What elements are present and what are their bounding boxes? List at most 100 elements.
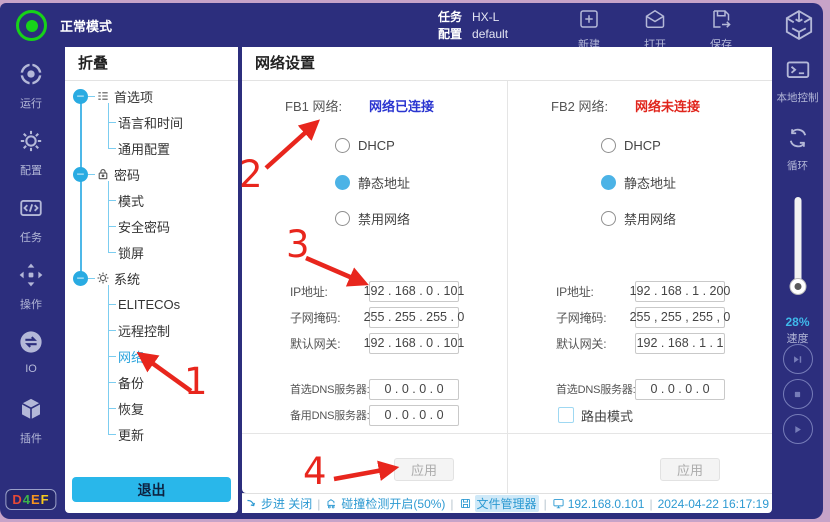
fb1-radio-dhcp[interactable]: DHCP bbox=[335, 135, 395, 155]
statusbar-step-text: 步进 关闭 bbox=[261, 495, 312, 512]
fb1-radio-disable[interactable]: 禁用网络 bbox=[335, 208, 410, 228]
statusbar-file-manager-text: 文件管理器 bbox=[475, 495, 539, 512]
tree-node-system[interactable]: –系统 bbox=[65, 265, 238, 291]
sidebar-item-label: 配置 bbox=[20, 162, 42, 178]
mode-label: 正常模式 bbox=[60, 16, 112, 35]
sidebar-item-config[interactable]: 配置 bbox=[0, 128, 62, 174]
radio-label: DHCP bbox=[358, 138, 395, 153]
statusbar-ip[interactable]: 192.168.0.101 bbox=[552, 497, 645, 511]
tree-item-network[interactable]: 网络 bbox=[108, 343, 238, 369]
fb1-field-ip: IP地址:192 . 168 . 0 . 101 bbox=[290, 280, 459, 302]
sidebar-item-run[interactable]: 运行 bbox=[0, 61, 62, 107]
app-window: 正常模式 任务 HX-L 配置 default 新建打开保存 运行配置任务操作I… bbox=[0, 3, 823, 519]
toolbar-new-button[interactable]: 新建 bbox=[563, 7, 615, 52]
tree-item-general-config[interactable]: 通用配置 bbox=[108, 135, 238, 161]
fb1-radio-static[interactable]: 静态地址 bbox=[335, 172, 410, 192]
tree-node-preferences[interactable]: –首选项 bbox=[65, 83, 238, 109]
tree-item-backup[interactable]: 备份 bbox=[108, 369, 238, 395]
toolbar-save-button[interactable]: 保存 bbox=[695, 7, 747, 52]
fb2-gateway-input[interactable]: 192 . 168 . 1 . 1 bbox=[635, 333, 725, 354]
statusbar-ip-text: 192.168.0.101 bbox=[568, 497, 645, 511]
collapse-toggle-icon[interactable]: – bbox=[73, 271, 88, 286]
fb2-dns1-input[interactable]: 0 . 0 . 0 . 0 bbox=[635, 379, 725, 400]
local-control-button[interactable]: 本地控制 bbox=[772, 57, 823, 105]
badge-char: D bbox=[12, 492, 22, 507]
tree-panel-header[interactable]: 折叠 bbox=[65, 47, 238, 81]
tree-trunk-line bbox=[80, 96, 82, 278]
tree-connector bbox=[88, 278, 95, 279]
statusbar-datetime[interactable]: 2024-04-22 16:17:19 bbox=[658, 497, 769, 511]
fb2-mask-input[interactable]: 255 , 255 , 255 , 0 bbox=[635, 307, 725, 328]
tree-item-safety-password[interactable]: 安全密码 bbox=[108, 213, 238, 239]
fb2-radio-dhcp[interactable]: DHCP bbox=[601, 135, 661, 155]
fb2-apply-button[interactable]: 应用 bbox=[660, 458, 720, 481]
main-column: 网络设置 FB1 网络:网络已连接DHCP静态地址禁用网络IP地址:192 . … bbox=[242, 47, 772, 513]
fb1-apply-button[interactable]: 应用 bbox=[394, 458, 454, 481]
field-label: IP地址: bbox=[290, 283, 369, 300]
tree-item-update[interactable]: 更新 bbox=[108, 421, 238, 447]
lock-icon bbox=[96, 167, 110, 181]
fb1-mask-input[interactable]: 255 . 255 . 255 . 0 bbox=[369, 307, 459, 328]
tree-item-lock-screen[interactable]: 锁屏 bbox=[108, 239, 238, 265]
fb1-dns1-input[interactable]: 0 . 0 . 0 . 0 bbox=[369, 379, 459, 400]
status-code-badge: D4EF bbox=[5, 489, 56, 510]
radio-label: 静态地址 bbox=[358, 173, 410, 192]
radio-dot-icon bbox=[601, 211, 616, 226]
sidebar-item-io[interactable]: IO bbox=[0, 329, 62, 375]
fb2-ip-input[interactable]: 192 . 168 . 1 . 200 bbox=[635, 281, 725, 302]
loop-button[interactable]: 循环 bbox=[772, 125, 823, 173]
badge-char: 4 bbox=[23, 492, 31, 507]
exit-button[interactable]: 退出 bbox=[72, 477, 231, 502]
fb2-radio-disable[interactable]: 禁用网络 bbox=[601, 208, 676, 228]
statusbar-step[interactable]: 步进 关闭 bbox=[245, 495, 312, 512]
statusbar-collision[interactable]: 碰撞检测开启(50%) bbox=[325, 495, 445, 512]
statusbar-separator: | bbox=[317, 497, 320, 511]
fb2-network-status: 网络未连接 bbox=[635, 96, 700, 115]
tree-node-label: 密码 bbox=[114, 165, 140, 184]
radio-dot-icon bbox=[601, 175, 616, 190]
badge-char: F bbox=[41, 492, 50, 507]
speed-slider-handle[interactable] bbox=[789, 278, 806, 295]
status-bar: 步进 关闭|碰撞检测开启(50%)|文件管理器|192.168.0.101|20… bbox=[242, 493, 772, 513]
field-label: 备用DNS服务器: bbox=[290, 407, 369, 423]
tree-item-restore[interactable]: 恢复 bbox=[108, 395, 238, 421]
config-label: 配置 bbox=[438, 26, 462, 43]
sidebar-item-operate[interactable]: 操作 bbox=[0, 262, 62, 308]
tree-item-remote-control[interactable]: 远程控制 bbox=[108, 317, 238, 343]
task-value: HX-L bbox=[472, 9, 499, 26]
sidebar-item-label: IO bbox=[25, 363, 37, 375]
fb2-field-dns1: 首选DNS服务器:0 . 0 . 0 . 0 bbox=[556, 378, 725, 400]
statusbar-file-manager[interactable]: 文件管理器 bbox=[459, 495, 539, 512]
tree-group-preferences: –首选项语言和时间通用配置 bbox=[65, 83, 238, 161]
fb1-ip-input[interactable]: 192 . 168 . 0 . 101 bbox=[369, 281, 459, 302]
terminal-icon bbox=[785, 70, 811, 87]
tree-item-mode[interactable]: 模式 bbox=[108, 187, 238, 213]
radio-label: 禁用网络 bbox=[624, 209, 676, 228]
screen: 正常模式 任务 HX-L 配置 default 新建打开保存 运行配置任务操作I… bbox=[0, 0, 830, 522]
settings-icon bbox=[18, 128, 44, 159]
step-forward-button[interactable] bbox=[783, 344, 813, 374]
section-divider bbox=[508, 433, 772, 434]
checkbox-icon bbox=[558, 407, 574, 423]
collapse-toggle-icon[interactable]: – bbox=[73, 167, 88, 182]
fb1-field-gateway: 默认网关:192 . 168 . 0 . 101 bbox=[290, 332, 459, 354]
tree-node-password[interactable]: – 密码 bbox=[65, 161, 238, 187]
tree-item-language-time[interactable]: 语言和时间 bbox=[108, 109, 238, 135]
sidebar-item-plugin[interactable]: 插件 bbox=[0, 396, 62, 442]
stop-button[interactable] bbox=[783, 379, 813, 409]
fb1-dns2-input[interactable]: 0 . 0 . 0 . 0 bbox=[369, 405, 459, 426]
statusbar-separator: | bbox=[450, 497, 453, 511]
fb1-field-dns1: 首选DNS服务器:0 . 0 . 0 . 0 bbox=[290, 378, 459, 400]
task-config-block: 任务 HX-L 配置 default bbox=[438, 9, 508, 43]
status-led-icon bbox=[16, 10, 47, 41]
fb1-gateway-input[interactable]: 192 . 168 . 0 . 101 bbox=[369, 333, 459, 354]
tree-item-elitecos[interactable]: ELITECOs bbox=[108, 291, 238, 317]
step-arrow-icon bbox=[245, 497, 258, 510]
toolbar-open-button[interactable]: 打开 bbox=[629, 7, 681, 52]
play-button[interactable] bbox=[783, 414, 813, 444]
fb2-router-mode-checkbox[interactable]: 路由模式 bbox=[558, 405, 633, 425]
body: 运行配置任务操作IO插件D4EF 折叠 –首选项语言和时间通用配置–密码模式安全… bbox=[0, 47, 823, 519]
sidebar-item-task[interactable]: 任务 bbox=[0, 195, 62, 241]
fb2-radio-static[interactable]: 静态地址 bbox=[601, 172, 676, 192]
collapse-toggle-icon[interactable]: – bbox=[73, 89, 88, 104]
